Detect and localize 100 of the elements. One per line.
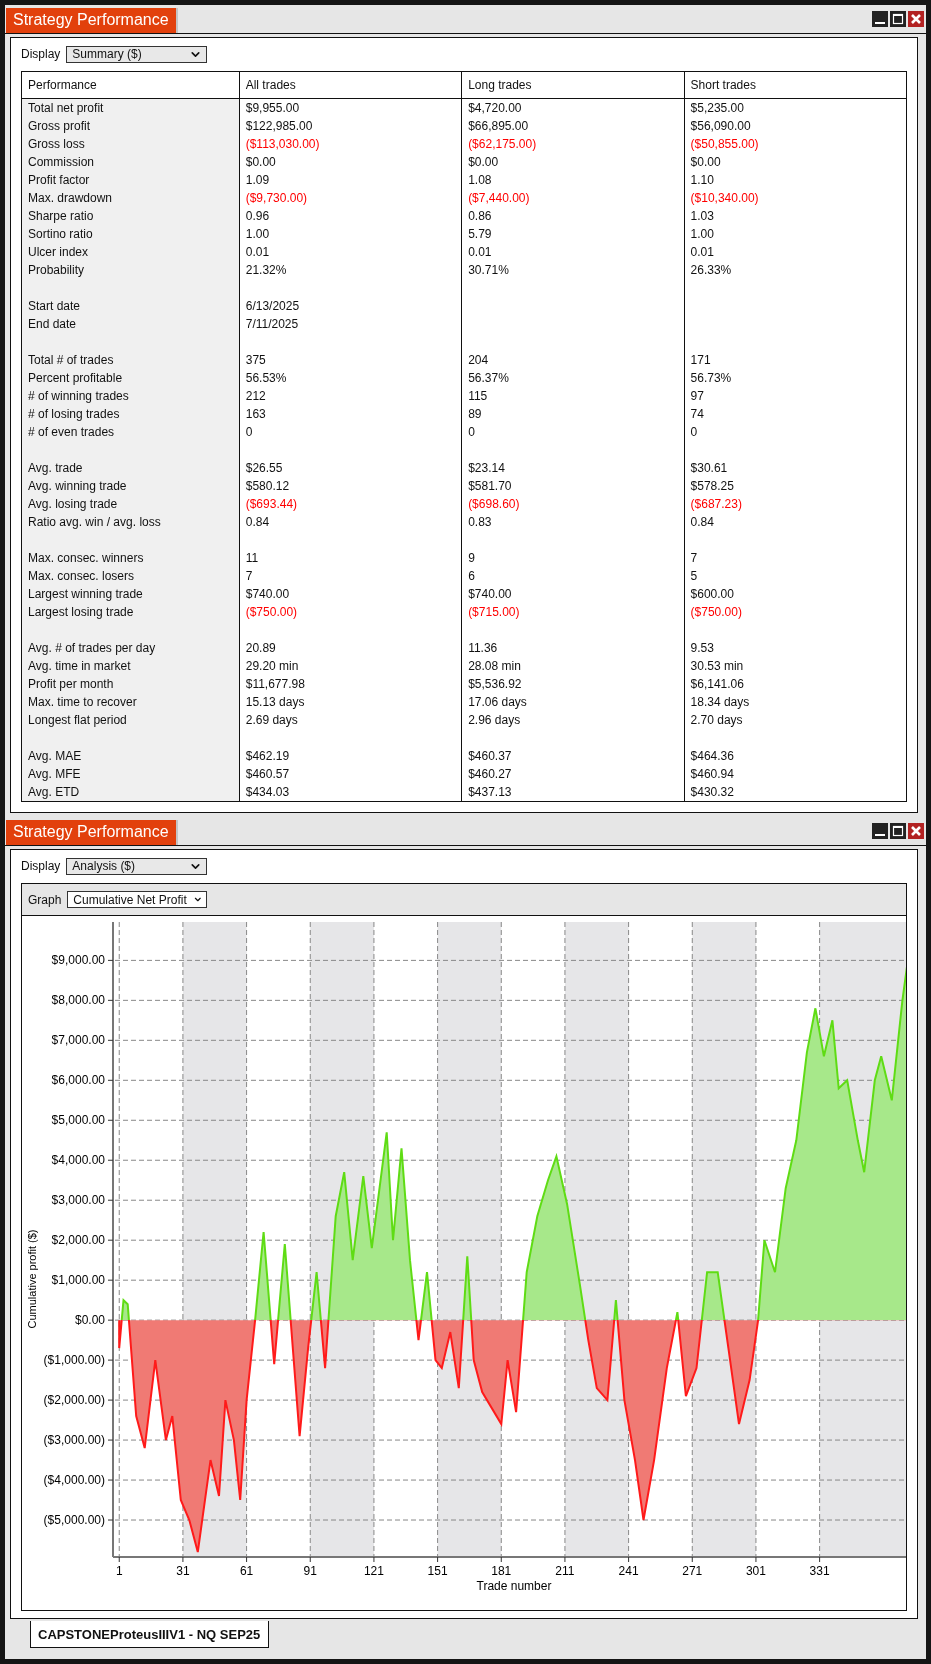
metric-value: 0.01 xyxy=(684,243,907,261)
metric-value: 1.00 xyxy=(239,225,462,243)
y-tick-label: $7,000.00 xyxy=(51,1033,105,1048)
display-label: Display xyxy=(21,859,61,873)
metric-value: 0.86 xyxy=(461,207,685,225)
metric-value: 6 xyxy=(461,567,685,585)
y-tick-label: $0.00 xyxy=(74,1313,105,1328)
y-tick-label: ($2,000.00) xyxy=(43,1393,105,1408)
x-tick-label: 1 xyxy=(115,1564,123,1578)
metric-label: Ratio avg. win / avg. loss xyxy=(21,513,240,531)
metric-label: Max. time to recover xyxy=(21,693,240,711)
metric-value: 1.03 xyxy=(684,207,907,225)
display-dropdown[interactable]: Summary ($) xyxy=(66,45,208,63)
metric-value: 0.96 xyxy=(239,207,462,225)
metric-value: 0.83 xyxy=(461,513,685,531)
metric-value: 28.08 min xyxy=(461,657,685,675)
metric-label: Longest flat period xyxy=(21,711,240,729)
y-tick-label: $2,000.00 xyxy=(51,1233,105,1248)
metric-value: 1.10 xyxy=(684,171,907,189)
metric-label: Avg. time in market xyxy=(21,657,240,675)
metric-value: 11.36 xyxy=(461,639,685,657)
metric-value: 375 xyxy=(239,351,462,369)
x-tick-label: 91 xyxy=(303,1564,317,1578)
metric-label: Avg. MAE xyxy=(21,747,240,765)
metric-label: Commission xyxy=(21,153,240,171)
metric-value: $437.13 xyxy=(461,783,685,802)
metric-value: 29.20 min xyxy=(239,657,462,675)
metric-label: Avg. trade xyxy=(21,459,240,477)
metric-value: 26.33% xyxy=(684,261,907,279)
metric-label: Max. consec. losers xyxy=(21,567,240,585)
metric-value: 0.01 xyxy=(461,243,685,261)
metric-label: Profit factor xyxy=(21,171,240,189)
display-dropdown[interactable]: Analysis ($) xyxy=(66,857,208,875)
y-tick-label: $3,000.00 xyxy=(51,1193,105,1208)
metric-label: # of even trades xyxy=(21,423,240,441)
metric-value: $581.70 xyxy=(461,477,685,495)
metric-label: Max. consec. winners xyxy=(21,549,240,567)
panel-title: Strategy Performance xyxy=(6,820,176,845)
metric-label: Ulcer index xyxy=(21,243,240,261)
column-header: Long trades xyxy=(461,71,685,99)
maximize-icon[interactable] xyxy=(890,11,906,27)
metric-value: ($9,730.00) xyxy=(239,189,462,207)
metric-value: $0.00 xyxy=(461,153,685,171)
metric-value: 2.69 days xyxy=(239,711,462,729)
metric-value: $464.36 xyxy=(684,747,907,765)
metric-value: 2.70 days xyxy=(684,711,907,729)
maximize-icon[interactable] xyxy=(890,823,906,839)
x-axis-title: Trade number xyxy=(476,1579,552,1593)
metric-value: ($715.00) xyxy=(461,603,685,621)
metric-value: 7 xyxy=(239,567,462,585)
y-tick-label: $5,000.00 xyxy=(51,1113,105,1128)
metric-value: $578.25 xyxy=(684,477,907,495)
metric-value: 74 xyxy=(684,405,907,423)
metric-value: 163 xyxy=(239,405,462,423)
metric-value: 21.32% xyxy=(239,261,462,279)
y-tick-label: ($5,000.00) xyxy=(43,1513,105,1527)
y-tick-label: ($4,000.00) xyxy=(43,1473,105,1488)
metric-value: $434.03 xyxy=(239,783,462,802)
metric-value: 1.00 xyxy=(684,225,907,243)
column-header: Short trades xyxy=(684,71,907,99)
minimize-icon[interactable] xyxy=(872,823,888,839)
strategy-tab[interactable]: CAPSTONEProteusIIIV1 - NQ SEP25 xyxy=(30,1621,270,1648)
metric-value: $0.00 xyxy=(239,153,462,171)
metric-label: Avg. MFE xyxy=(21,765,240,783)
close-icon[interactable] xyxy=(908,823,924,839)
metric-label: Max. drawdown xyxy=(21,189,240,207)
metric-value: 56.53% xyxy=(239,369,462,387)
metric-label: Avg. winning trade xyxy=(21,477,240,495)
metric-value: $430.32 xyxy=(684,783,907,802)
y-tick-label: $8,000.00 xyxy=(51,993,105,1008)
metric-value: 30.53 min xyxy=(684,657,907,675)
metric-value: 1.09 xyxy=(239,171,462,189)
metric-label: Percent profitable xyxy=(21,369,240,387)
metric-value: $580.12 xyxy=(239,477,462,495)
metric-label: Sharpe ratio xyxy=(21,207,240,225)
graph-label: Graph xyxy=(28,892,62,907)
metric-value: 0 xyxy=(684,423,907,441)
metric-value: 171 xyxy=(684,351,907,369)
metric-value: $460.37 xyxy=(461,747,685,765)
column-header: Performance xyxy=(21,71,240,99)
metric-label: Probability xyxy=(21,261,240,279)
metric-value: 0.01 xyxy=(239,243,462,261)
metric-value: 20.89 xyxy=(239,639,462,657)
graph-dropdown[interactable]: Cumulative Net Profit xyxy=(67,891,208,908)
minimize-icon[interactable] xyxy=(872,11,888,27)
metric-label: Start date xyxy=(21,297,240,315)
metric-label: End date xyxy=(21,315,240,333)
close-icon[interactable] xyxy=(908,11,924,27)
x-tick-label: 121 xyxy=(363,1564,384,1578)
metric-label: Profit per month xyxy=(21,675,240,693)
metric-value: $56,090.00 xyxy=(684,117,907,135)
panel-title: Strategy Performance xyxy=(6,8,176,33)
metric-value: $460.27 xyxy=(461,765,685,783)
metric-value: $600.00 xyxy=(684,585,907,603)
y-tick-label: ($1,000.00) xyxy=(43,1353,105,1368)
metric-value: 0 xyxy=(461,423,685,441)
metric-value: 89 xyxy=(461,405,685,423)
metric-value: $460.57 xyxy=(239,765,462,783)
metric-value: ($62,175.00) xyxy=(461,135,685,153)
metric-value: ($750.00) xyxy=(684,603,907,621)
